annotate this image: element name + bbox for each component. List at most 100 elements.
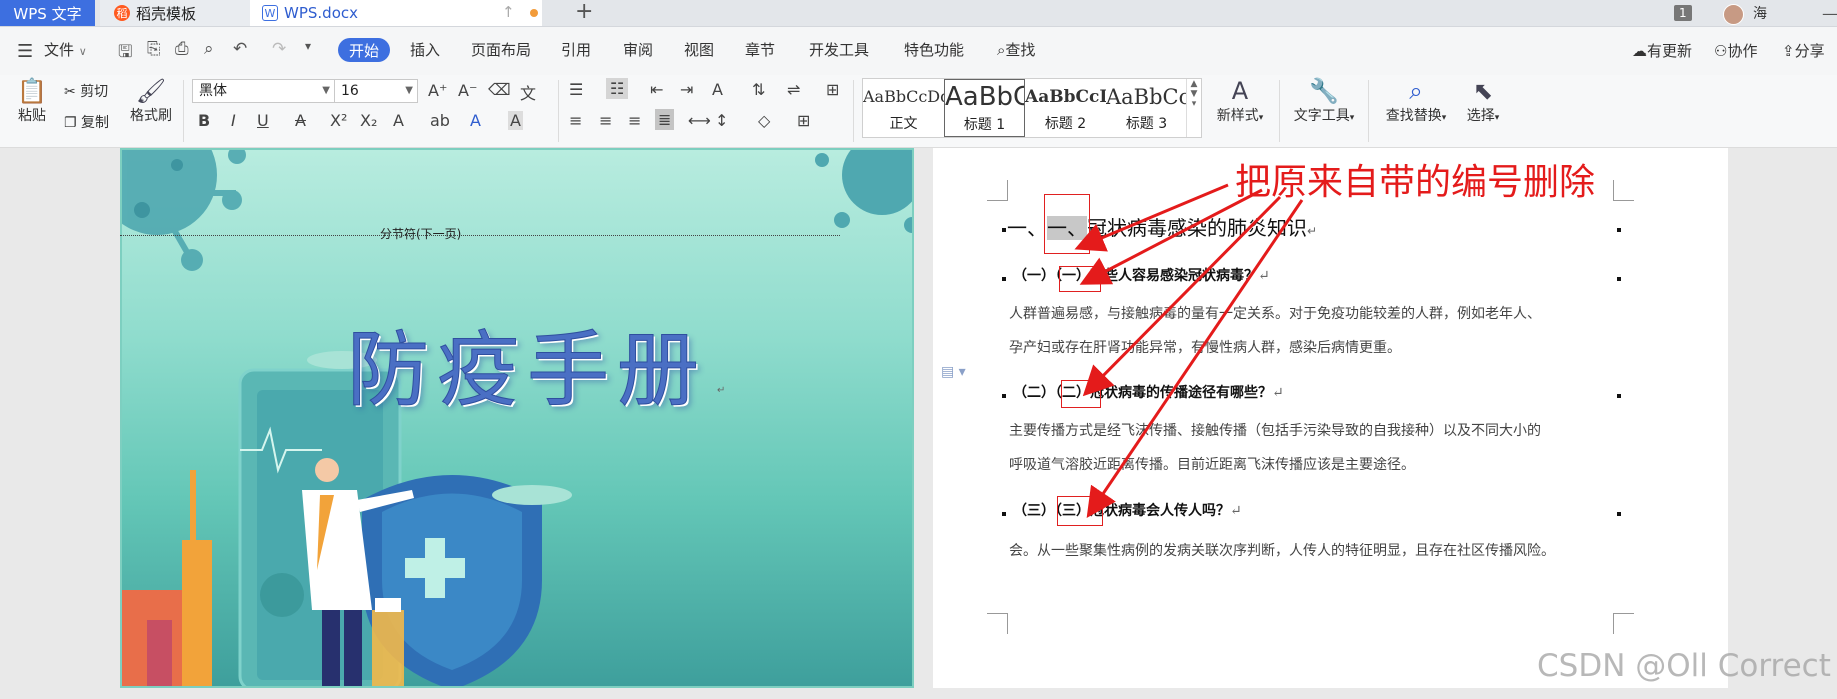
collaborate-button[interactable]: ⚇协作 [1714, 40, 1757, 61]
bullet-list-icon[interactable]: ☰ [569, 80, 583, 99]
justify-icon[interactable]: ≣ [655, 109, 675, 130]
align-left-icon[interactable]: ≡ [569, 111, 582, 130]
text-effect-icon[interactable]: A [393, 111, 404, 130]
strikethrough-icon[interactable]: A [295, 111, 306, 130]
highlight-icon[interactable]: ab [430, 111, 450, 130]
menu-special-features[interactable]: 特色功能 [904, 39, 964, 60]
menu-file[interactable]: 文件 ∨ [44, 39, 87, 60]
annotation-box [1059, 266, 1101, 292]
increase-indent-icon[interactable]: ⇥ [680, 80, 693, 99]
customize-toolbar-icon[interactable]: ▾ [305, 39, 311, 53]
heading-2-section-1[interactable]: （一）（一）哪些人容易感染冠状病毒？↵ [1013, 265, 1270, 285]
style-normal[interactable]: AaBbCcDd 正文 [863, 79, 944, 137]
style-heading-3[interactable]: AaBbCc 标题 3 [1106, 79, 1187, 137]
cut-button[interactable]: ✂ 剪切 [64, 81, 108, 101]
styles-gallery: AaBbCcDd 正文 AaBbC 标题 1 AaBbCcDd 标题 2 AaB… [862, 78, 1202, 138]
decrease-indent-icon[interactable]: ⇤ [650, 80, 663, 99]
window-count-badge[interactable]: 1 [1674, 0, 1692, 26]
copy-button[interactable]: ❐ 复制 [64, 112, 109, 132]
update-button[interactable]: ☁有更新 [1632, 40, 1692, 61]
document-workspace[interactable]: 防疫手册 ↵ 分节符(下一页) 一、一、冠状病毒感染的肺炎知识↵ （一）（一）哪… [0, 148, 1837, 699]
cover-page[interactable]: 防疫手册 ↵ [120, 148, 914, 688]
styles-scroll[interactable]: ▲ ▼ ▾ [1186, 79, 1201, 137]
style-heading-1[interactable]: AaBbC 标题 1 [944, 79, 1025, 137]
document-page[interactable]: 一、一、冠状病毒感染的肺炎知识↵ （一）（一）哪些人容易感染冠状病毒？↵ 人群普… [933, 148, 1728, 688]
paste-button[interactable]: 📋 粘贴 [12, 77, 52, 125]
shrink-font-icon[interactable]: A⁻ [458, 81, 477, 100]
divider [1279, 80, 1280, 142]
menu-page-layout[interactable]: 页面布局 [471, 39, 531, 60]
find-replace-button[interactable]: ⌕ 查找替换▾ [1378, 77, 1454, 125]
format-painter-button[interactable]: 🖌 格式刷 [128, 77, 174, 125]
menu-developer[interactable]: 开发工具 [809, 39, 869, 60]
shading-icon[interactable]: ◇ [758, 111, 770, 130]
heading-2-section-2[interactable]: （二）（二）冠状病毒的传播途径有哪些？↵ [1013, 382, 1284, 402]
body-line: 孕产妇或存在肝肾功能异常，有慢性病人群，感染后病情更重。 [1009, 340, 1401, 356]
subscript-icon[interactable]: X₂ [360, 111, 377, 130]
menu-review[interactable]: 审阅 [623, 39, 653, 60]
output-icon[interactable]: ⎘ [147, 39, 161, 59]
text-tools-button[interactable]: 🔧 文字工具▾ [1288, 77, 1360, 125]
style-heading-2[interactable]: AaBbCcDd 标题 2 [1025, 79, 1106, 137]
menu-references[interactable]: 引用 [561, 39, 591, 60]
borders-icon[interactable]: ⊞ [797, 111, 810, 130]
print-preview-icon[interactable]: ⌕ [204, 39, 214, 59]
new-tab-button[interactable]: + [575, 0, 593, 24]
numbered-list-icon[interactable]: ☷ [606, 78, 629, 99]
tab-label: WPS 文字 [13, 4, 82, 23]
menu-chapter[interactable]: 章节 [745, 39, 775, 60]
menu-insert[interactable]: 插入 [410, 39, 440, 60]
tab-docer-templates[interactable]: 稻 稻壳模板 [100, 0, 250, 26]
user-icon: ⚇ [1714, 42, 1728, 60]
menu-search[interactable]: ⌕查找 [997, 39, 1035, 60]
bold-icon[interactable]: B [198, 111, 210, 130]
font-color-icon[interactable]: A [470, 111, 481, 130]
select-button[interactable]: ⬉ 选择▾ [1458, 77, 1508, 125]
menu-view[interactable]: 视图 [684, 39, 714, 60]
superscript-icon[interactable]: X² [330, 111, 347, 130]
annotation-box [1061, 380, 1101, 408]
tab-wps-writer[interactable]: WPS 文字 [0, 0, 95, 26]
phonetic-guide-icon[interactable]: 文 [520, 80, 536, 104]
italic-icon[interactable]: I [231, 111, 236, 130]
tab-home[interactable]: 开始 [338, 38, 390, 62]
save-icon[interactable]: 🖫 [118, 39, 132, 68]
clear-format-icon[interactable]: ⌫ [488, 80, 511, 99]
body-paragraph-2[interactable]: 主要传播方式是经飞沫传播、接触传播（包括手污染导致的自我接种）以及不同大小的 呼… [1009, 414, 1629, 482]
upload-icon[interactable]: ↑ [502, 3, 515, 21]
line-spacing-list-icon[interactable]: ⇌ [787, 80, 800, 99]
line-spacing-icon[interactable]: ↕ [715, 111, 728, 130]
align-right-icon[interactable]: ≡ [628, 111, 641, 130]
align-center-icon[interactable]: ≡ [599, 111, 612, 130]
text-direction-icon[interactable]: A [712, 80, 723, 99]
grow-font-icon[interactable]: A⁺ [428, 81, 447, 100]
style-name: 标题 3 [1125, 116, 1168, 132]
body-paragraph-1[interactable]: 人群普遍易感，与接触病毒的量有一定关系。对于免疫功能较差的人群，例如老年人、 孕… [1009, 297, 1629, 365]
tab-document[interactable]: W WPS.docx ↑ [250, 0, 542, 26]
font-size-select[interactable]: 16 ▼ [334, 79, 418, 103]
paragraph-layout-icon[interactable]: ▤ ▾ [941, 364, 966, 380]
redo-icon[interactable]: ↷ [272, 39, 286, 59]
avatar[interactable] [1723, 4, 1744, 25]
char-shading-icon[interactable]: A [508, 111, 523, 130]
body-paragraph-3[interactable]: 会。从一些聚集性病例的发病关联次序判断，人传人的特征明显，且存在社区传播风险。 [1009, 534, 1629, 568]
new-style-button[interactable]: A 新样式▾ [1210, 77, 1270, 125]
tab-bar: WPS 文字 稻 稻壳模板 W WPS.docx ↑ + 1 海 — [0, 0, 1837, 27]
username[interactable]: 海 [1753, 0, 1767, 26]
undo-icon[interactable]: ↶ [233, 39, 247, 59]
show-hide-icon[interactable]: ⊞ [826, 80, 839, 99]
underline-icon[interactable]: U [257, 111, 269, 130]
hamburger-menu-icon[interactable]: ☰ [17, 41, 33, 62]
scissors-icon: ✂ [64, 84, 76, 100]
print-icon[interactable]: ⎙ [175, 39, 189, 59]
chevron-down-icon: ▼ [405, 85, 413, 96]
heading-2-section-3[interactable]: （三）（三）冠状病毒会人传人吗？↵ [1013, 500, 1242, 520]
sort-icon[interactable]: ⇅ [752, 80, 765, 99]
cover-title[interactable]: 防疫手册 [346, 303, 707, 422]
share-button[interactable]: ⇪分享 [1782, 40, 1825, 61]
minimize-button[interactable]: — [1822, 0, 1837, 26]
h2-text: 冠状病毒会人传人吗？ [1090, 503, 1230, 519]
font-name-select[interactable]: 黑体 ▼ [192, 79, 335, 103]
distribute-icon[interactable]: ⟷ [688, 111, 711, 130]
share-icon: ⇪ [1782, 42, 1795, 60]
